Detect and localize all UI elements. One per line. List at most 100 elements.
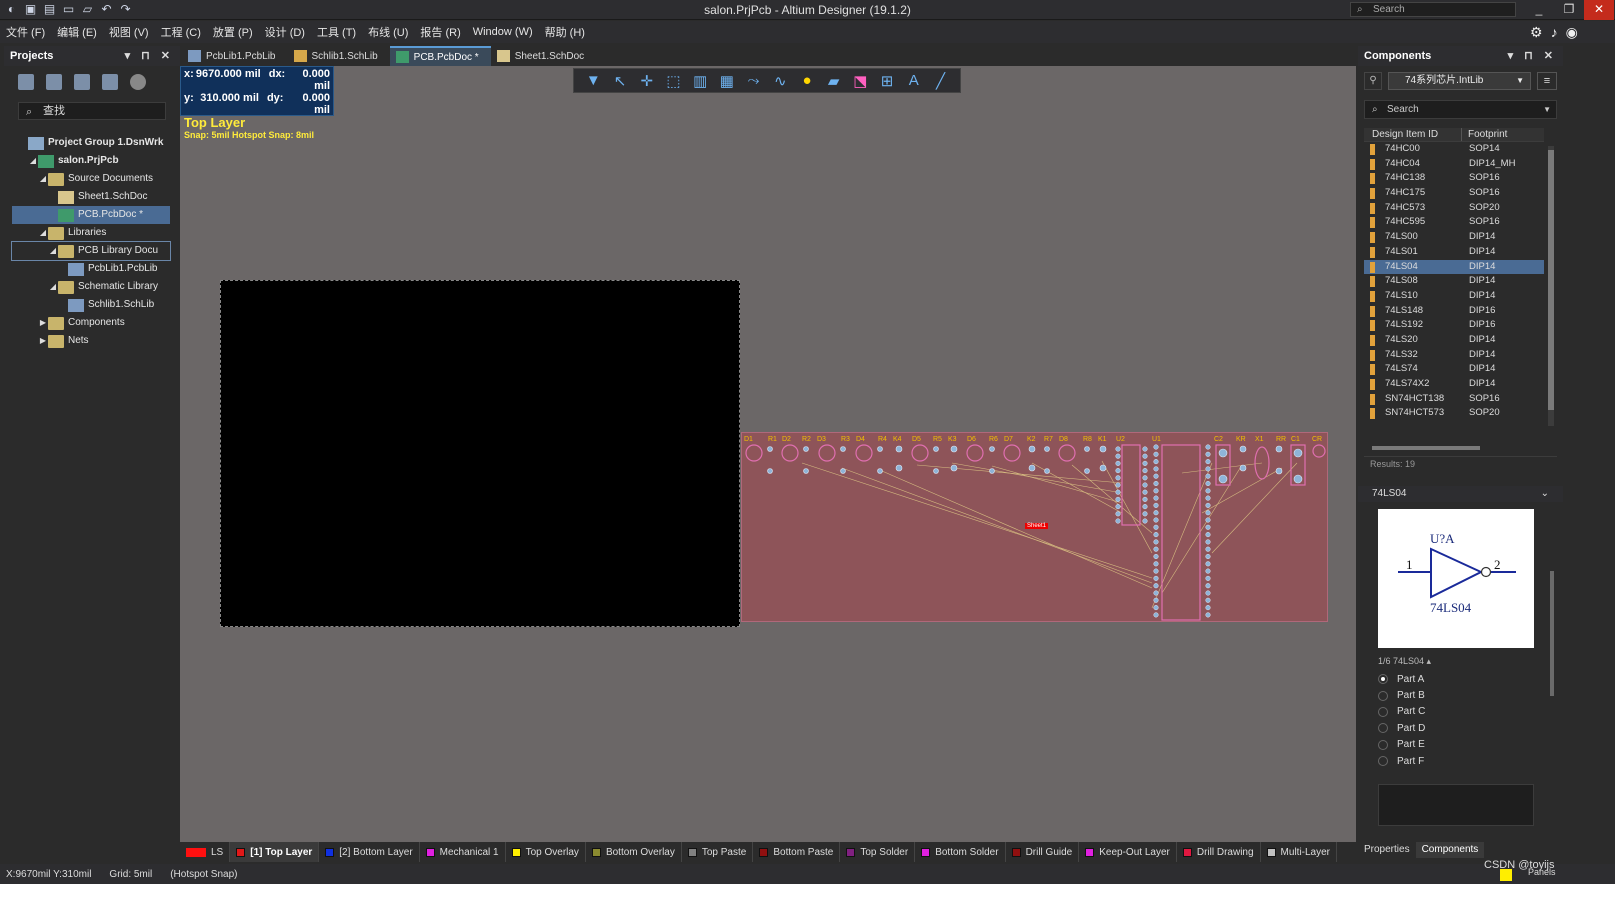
tree-item[interactable]: Schlib1.SchLib [12, 296, 170, 314]
properties-tab[interactable]: Properties [1358, 842, 1416, 858]
bell-icon[interactable]: ♪ [1551, 24, 1558, 40]
component-row[interactable]: SN74HCT573 SOP20 [1364, 406, 1544, 421]
document-tab[interactable]: PCB.PcbDoc * [389, 46, 491, 66]
radio-icon[interactable] [1378, 739, 1388, 750]
tree-item[interactable]: ◢ PCB Library Docu [11, 241, 171, 261]
menu-icon[interactable]: ≡ [1537, 72, 1557, 90]
save-all-project-icon[interactable] [46, 74, 62, 90]
layer-tab[interactable]: Multi-Layer [1261, 842, 1338, 862]
detail-vscroll[interactable] [1550, 571, 1554, 696]
component-row[interactable]: 74LS00 DIP14 [1364, 230, 1544, 245]
radio-icon[interactable] [1378, 756, 1388, 767]
compile-icon[interactable] [74, 74, 90, 90]
menu-item[interactable]: 帮助 (H) [539, 24, 591, 40]
route-icon[interactable]: ⤳ [744, 72, 764, 89]
component-row[interactable]: 74HC138 SOP16 [1364, 171, 1544, 186]
sheet-room-label[interactable]: Sheet1 [1025, 523, 1049, 529]
component-row[interactable]: 74HC04 DIP14_MH [1364, 157, 1544, 172]
tree-item[interactable]: PcbLib1.PcbLib [12, 260, 170, 278]
projects-search-input[interactable]: ⌕ 查找 [18, 102, 166, 120]
part-radio[interactable]: Part B [1378, 687, 1425, 703]
settings-icon[interactable] [130, 74, 146, 90]
menu-item[interactable]: 工具 (T) [311, 24, 362, 40]
tree-item[interactable]: ◢ Schematic Library [12, 278, 170, 296]
document-tab[interactable]: PcbLib1.PcbLib [182, 46, 288, 66]
filter-icon[interactable]: ⚲ [1364, 72, 1382, 90]
layer-tab[interactable]: Keep-Out Layer [1079, 842, 1177, 862]
tree-item[interactable]: Sheet1.SchDoc [12, 188, 170, 206]
tree-item[interactable]: ▶ Nets [12, 332, 170, 350]
part-radio[interactable]: Part A [1378, 671, 1425, 687]
expand-arrow-icon[interactable]: ▶ [38, 314, 48, 332]
part-radio[interactable]: Part C [1378, 704, 1425, 720]
text-icon[interactable]: A [904, 72, 924, 89]
document-tab[interactable]: Sheet1.SchDoc [491, 46, 597, 66]
component-row[interactable]: 74LS08 DIP14 [1364, 274, 1544, 289]
tree-item[interactable]: ◢ Libraries [12, 224, 170, 242]
component-icon[interactable]: ▦ [717, 72, 737, 90]
component-row[interactable]: 74LS192 DIP16 [1364, 318, 1544, 333]
layer-tab[interactable]: Mechanical 1 [420, 842, 506, 862]
select-area-icon[interactable]: ⬚ [663, 72, 683, 90]
component-row[interactable]: 74LS74X2 DIP14 [1364, 377, 1544, 392]
library-select[interactable]: 74系列芯片.IntLib ▼ [1388, 72, 1531, 90]
layer-tab[interactable]: Top Overlay [506, 842, 586, 862]
tree-item[interactable]: ◢ Source Documents [12, 170, 170, 188]
expand-arrow-icon[interactable]: ▶ [38, 332, 48, 350]
panels-button[interactable]: Panels [1528, 867, 1556, 877]
radio-icon[interactable] [1378, 706, 1388, 717]
line-icon[interactable]: ╱ [930, 72, 950, 90]
tree-item[interactable]: Project Group 1.DsnWrk [12, 134, 170, 152]
part-radio[interactable]: Part F [1378, 753, 1425, 769]
minimize-button[interactable]: _ [1524, 0, 1554, 20]
radio-icon[interactable] [1378, 723, 1388, 734]
part-radio[interactable]: Part D [1378, 720, 1425, 736]
layer-tab[interactable]: Drill Drawing [1177, 842, 1261, 862]
via-icon[interactable]: ● [797, 72, 817, 89]
components-hscroll[interactable] [1372, 446, 1480, 450]
part-radio[interactable]: Part E [1378, 737, 1425, 753]
component-row[interactable]: 74LS20 DIP14 [1364, 333, 1544, 348]
layer-tab[interactable]: [2] Bottom Layer [319, 842, 420, 862]
tree-item[interactable]: ◢ salon.PrjPcb [12, 152, 170, 170]
close-button[interactable]: ✕ [1584, 0, 1614, 20]
layer-tab[interactable]: [1] Top Layer [230, 842, 320, 862]
collapse-arrow-icon[interactable]: ◢ [38, 224, 48, 242]
dimension-icon[interactable]: ⊞ [877, 72, 897, 90]
components-vscroll[interactable] [1548, 146, 1554, 426]
diff-pair-icon[interactable]: ∿ [770, 72, 790, 90]
collapse-arrow-icon[interactable]: ◢ [38, 170, 48, 188]
menu-item[interactable]: 工程 (C) [155, 24, 207, 40]
menu-item[interactable]: 报告 (R) [414, 24, 466, 40]
component-row[interactable]: 74HC175 SOP16 [1364, 186, 1544, 201]
col-design-item-id[interactable]: Design Item ID [1364, 128, 1462, 141]
layer-tab[interactable]: Drill Guide [1006, 842, 1080, 862]
component-row[interactable]: 74LS01 DIP14 [1364, 245, 1544, 260]
layer-tab[interactable]: LS [180, 842, 231, 862]
component-row[interactable]: 74LS148 DIP16 [1364, 304, 1544, 319]
col-footprint[interactable]: Footprint [1462, 128, 1507, 141]
menu-item[interactable]: 放置 (P) [207, 24, 259, 40]
component-row[interactable]: 74LS10 DIP14 [1364, 289, 1544, 304]
component-row[interactable]: SN74HCT138 SOP16 [1364, 392, 1544, 407]
layer-tab[interactable]: Bottom Solder [915, 842, 1006, 862]
gear-icon[interactable]: ⚙ [1530, 24, 1543, 41]
panel-controls[interactable]: ▾ ⊓ ✕ [125, 49, 174, 62]
tree-item[interactable]: ▶ Components [12, 314, 170, 332]
align-icon[interactable]: ▥ [690, 72, 710, 90]
save-project-icon[interactable] [18, 74, 34, 90]
menu-item[interactable]: 编辑 (E) [51, 24, 103, 40]
restore-button[interactable]: ❐ [1554, 0, 1584, 20]
part-selector[interactable]: 1/6 74LS04 ▴ [1378, 656, 1431, 667]
component-detail-header[interactable]: 74LS04 ⌄ [1358, 486, 1563, 502]
select-icon[interactable]: ↖ [610, 72, 630, 90]
filter-icon[interactable]: ▼ [583, 72, 603, 89]
component-row[interactable]: 74LS32 DIP14 [1364, 348, 1544, 363]
components-search-input[interactable]: ⌕ Search ▼ [1364, 100, 1557, 119]
layer-tab[interactable]: Bottom Paste [753, 842, 841, 862]
collapse-arrow-icon[interactable]: ◢ [28, 152, 38, 170]
menu-item[interactable]: 文件 (F) [0, 24, 51, 40]
move-icon[interactable]: ✛ [637, 72, 657, 90]
menu-item[interactable]: 布线 (U) [362, 24, 414, 40]
menu-item[interactable]: 设计 (D) [259, 24, 311, 40]
